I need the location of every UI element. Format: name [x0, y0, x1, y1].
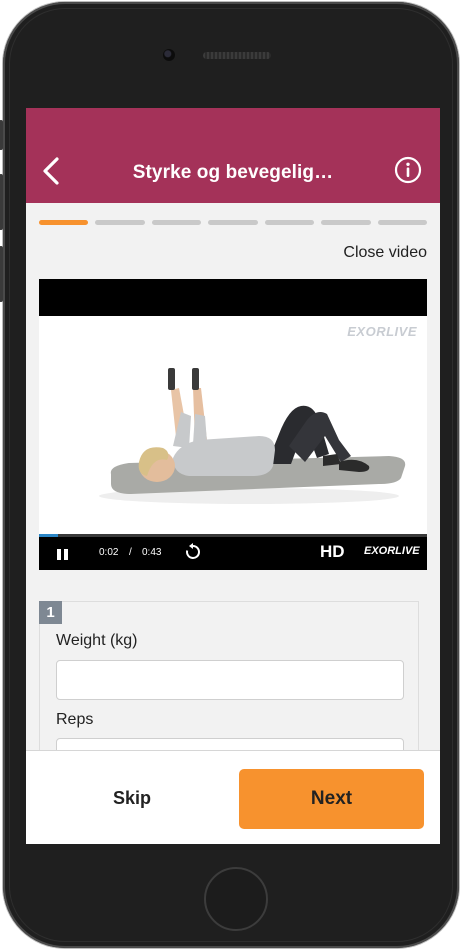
duration: 0:43	[142, 547, 162, 558]
reps-label: Reps	[56, 711, 94, 728]
app-header: Styrke og bevegelig…	[26, 108, 440, 203]
progress-step-3	[151, 220, 202, 225]
progress-step-6	[321, 220, 371, 225]
earpiece-speaker	[203, 52, 271, 59]
step-progress	[39, 220, 427, 226]
exercise-illustration	[99, 368, 406, 504]
video-player[interactable]: EXORLIVE 0:02 / 0:43 HD EXORLIVE	[39, 279, 427, 570]
progress-step-2	[95, 220, 145, 225]
progress-step-4	[208, 220, 258, 225]
replay-icon	[186, 543, 200, 559]
video-scrubber[interactable]	[39, 534, 427, 537]
page-title: Styrke og bevegelig…	[132, 162, 334, 183]
info-button[interactable]	[394, 156, 422, 184]
volume-down-button	[0, 246, 3, 302]
weight-input[interactable]	[56, 660, 404, 700]
replay-button[interactable]	[184, 543, 202, 561]
app-screen: Styrke og bevegelig… Close video EXORLIV…	[26, 108, 440, 844]
next-button[interactable]: Next	[239, 769, 424, 829]
pause-icon	[57, 549, 61, 560]
mute-switch	[0, 120, 3, 150]
info-circle-icon	[394, 156, 422, 184]
video-frame: EXORLIVE	[39, 316, 427, 534]
hd-toggle[interactable]: HD	[320, 542, 345, 562]
front-camera	[163, 49, 175, 61]
skip-button[interactable]: Skip	[66, 778, 198, 818]
video-controls: 0:02 / 0:43 HD EXORLIVE	[39, 534, 427, 570]
progress-step-7	[377, 220, 427, 225]
video-scrubber-progress	[39, 534, 59, 537]
home-button[interactable]	[204, 867, 268, 931]
progress-step-1	[39, 220, 89, 225]
set-number-badge: 1	[39, 601, 62, 624]
close-video-link[interactable]: Close video	[343, 244, 427, 262]
volume-up-button	[0, 174, 3, 230]
exorlive-logo: EXORLIVE	[364, 545, 420, 557]
weight-label: Weight (kg)	[56, 632, 138, 649]
pause-icon-bar	[64, 549, 68, 560]
back-button[interactable]	[40, 156, 64, 186]
progress-step-5	[264, 220, 315, 225]
bottom-action-bar: Skip Next	[26, 750, 440, 844]
time-separator: /	[129, 547, 132, 558]
chevron-left-icon	[43, 157, 59, 185]
pause-button[interactable]	[57, 547, 71, 560]
current-time: 0:02	[99, 547, 119, 558]
